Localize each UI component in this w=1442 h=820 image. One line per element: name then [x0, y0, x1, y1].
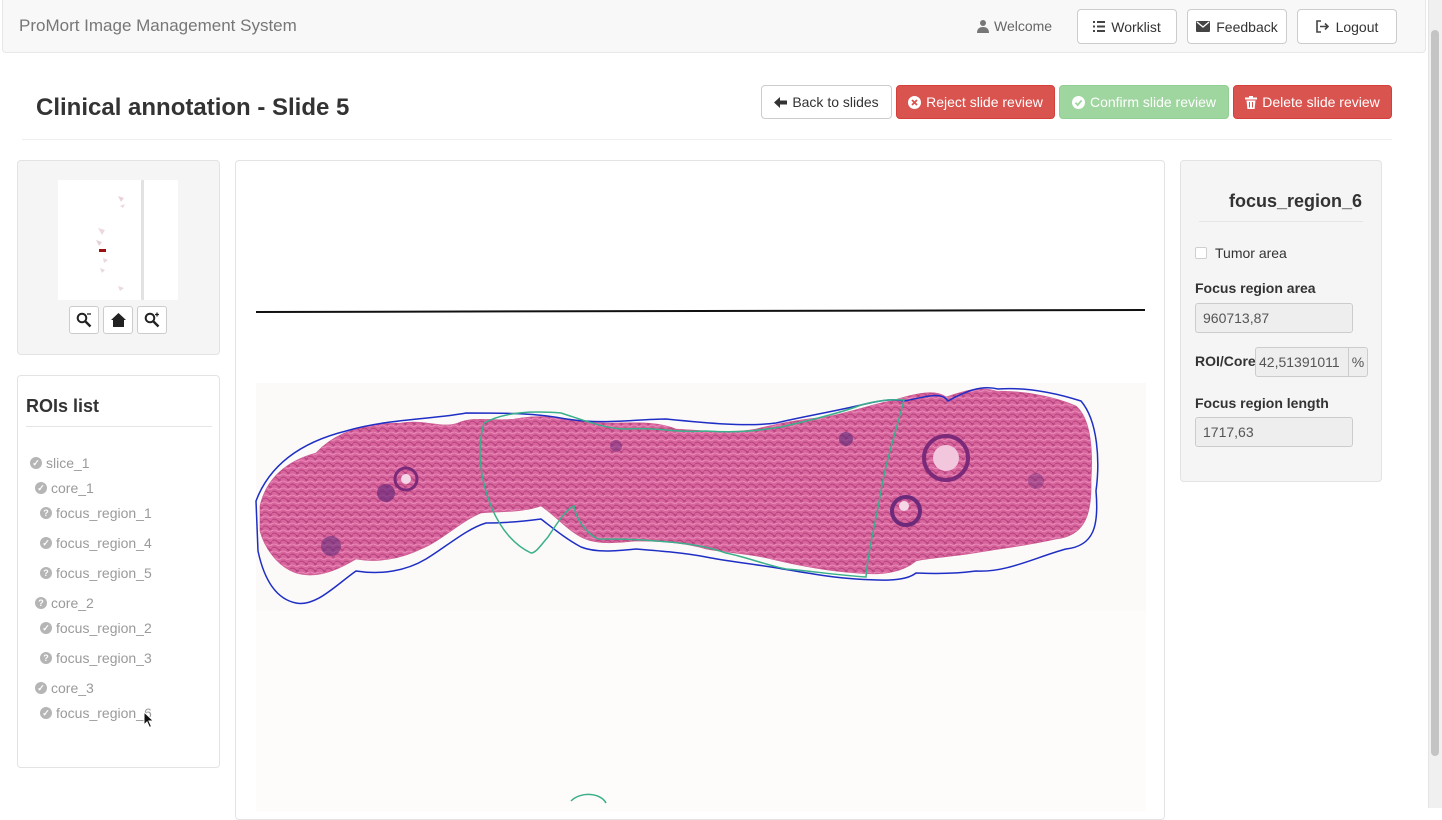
delete-slide-review-label: Delete slide review: [1262, 94, 1380, 110]
question-circle-icon: ?: [40, 507, 52, 519]
feedback-label: Feedback: [1216, 18, 1278, 35]
back-to-slides-label: Back to slides: [792, 94, 879, 110]
roi-item-label: focus_region_2: [56, 620, 152, 636]
back-to-slides-button[interactable]: Back to slides: [761, 85, 892, 119]
roi-item[interactable]: ✓ focus_region_4: [40, 535, 152, 551]
logout-button[interactable]: Logout: [1297, 9, 1397, 44]
welcome-label: Welcome: [994, 18, 1053, 34]
roi-item-label: focus_region_3: [56, 650, 152, 666]
check-circle-icon: [1071, 95, 1085, 109]
app-brand[interactable]: ProMort Image Management System: [19, 16, 297, 36]
roi-core-field[interactable]: 42,51391011: [1255, 347, 1349, 377]
trash-icon: [1245, 95, 1258, 109]
times-circle-icon: [908, 95, 922, 109]
list-icon: [1093, 21, 1106, 32]
focus-region-title: focus_region_6: [1228, 191, 1362, 211]
roi-item-label: focus_region_5: [56, 565, 152, 581]
check-circle-icon: ✓: [40, 537, 52, 549]
roi-item-label: core_3: [51, 680, 94, 696]
mouse-cursor-icon: [143, 711, 155, 729]
page-title: Clinical annotation - Slide 5: [36, 94, 350, 121]
rois-list-panel: ROIs list ✓ slice_1 ✓ core_1? focus_region_1…: [17, 375, 220, 768]
logout-label: Logout: [1335, 18, 1379, 35]
zoom-out-button[interactable]: [69, 306, 99, 334]
header-divider: [22, 139, 1392, 140]
roi-item[interactable]: ✓ core_1: [35, 480, 94, 496]
roi-core-label: ROI/Core: [1195, 353, 1256, 369]
rois-list-title: ROIs list: [26, 396, 100, 416]
zoom-in-icon: [144, 312, 160, 328]
scale-line: [255, 309, 1146, 313]
roi-item[interactable]: ? core_2: [35, 595, 94, 611]
home-icon: [110, 313, 126, 327]
focus-region-area-label: Focus region area: [1195, 280, 1316, 296]
slide-thumbnail[interactable]: [58, 180, 178, 300]
question-circle-icon: ?: [35, 597, 47, 609]
check-circle-icon: ✓: [30, 457, 42, 469]
question-circle-icon: ?: [40, 567, 52, 579]
worklist-label: Worklist: [1111, 18, 1161, 35]
zoom-in-button[interactable]: [137, 306, 167, 334]
zoom-out-icon: [76, 312, 92, 328]
roi-item[interactable]: ✓ slice_1: [30, 455, 90, 471]
tumor-area-label: Tumor area: [1215, 245, 1287, 261]
roi-item-label: slice_1: [46, 455, 90, 471]
reject-slide-review-label: Reject slide review: [926, 94, 1043, 110]
tumor-area-row: Tumor area: [1195, 245, 1287, 261]
check-circle-icon: ✓: [35, 482, 47, 494]
worklist-button[interactable]: Worklist: [1077, 9, 1177, 44]
check-circle-icon: ✓: [40, 707, 52, 719]
logout-icon: [1315, 20, 1329, 33]
feedback-button[interactable]: Feedback: [1187, 9, 1287, 44]
confirm-slide-review-label: Confirm slide review: [1089, 94, 1217, 110]
roi-item-label: core_1: [51, 480, 94, 496]
roi-item[interactable]: ✓ focus_region_2: [40, 620, 152, 636]
roi-item-label: core_2: [51, 595, 94, 611]
page-scrollbar-thumb[interactable]: [1431, 30, 1439, 756]
roi-item[interactable]: ? focus_region_5: [40, 565, 152, 581]
slide-image[interactable]: [236, 161, 1165, 820]
focus-region-length-field[interactable]: 1717,63: [1195, 417, 1353, 447]
reject-slide-review-button[interactable]: Reject slide review: [896, 85, 1055, 119]
detail-divider: [1199, 221, 1363, 222]
check-circle-icon: ✓: [35, 682, 47, 694]
roi-item[interactable]: ? focus_region_3: [40, 650, 152, 666]
focus-region-length-label: Focus region length: [1195, 395, 1329, 411]
roi-item-label: focus_region_6: [56, 705, 152, 721]
roi-item[interactable]: ✓ focus_region_6: [40, 705, 152, 721]
roi-item[interactable]: ? focus_region_1: [40, 505, 152, 521]
slide-viewer[interactable]: [235, 160, 1165, 820]
arrow-left-icon: [774, 96, 788, 108]
focus-region-area-field[interactable]: 960713,87: [1195, 303, 1353, 333]
roi-item-label: focus_region_4: [56, 535, 152, 551]
tumor-area-checkbox[interactable]: [1195, 247, 1207, 259]
delete-slide-review-button[interactable]: Delete slide review: [1233, 85, 1392, 119]
navbar: ProMort Image Management System Welcome …: [2, 0, 1426, 53]
roi-item-label: focus_region_1: [56, 505, 152, 521]
navigator-panel: [17, 160, 220, 355]
envelope-icon: [1196, 21, 1211, 32]
zoom-home-button[interactable]: [103, 306, 133, 334]
welcome-user[interactable]: Welcome: [976, 18, 1052, 34]
rois-list-divider: [26, 426, 212, 427]
roi-item[interactable]: ✓ core_3: [35, 680, 94, 696]
roi-core-unit: %: [1348, 347, 1368, 377]
check-circle-icon: ✓: [40, 622, 52, 634]
slide-thumbnail-image: [96, 180, 144, 300]
focus-region-detail-panel: focus_region_6 Tumor area Focus region a…: [1180, 160, 1382, 482]
user-icon: [977, 20, 989, 33]
confirm-slide-review-button[interactable]: Confirm slide review: [1059, 85, 1229, 119]
question-circle-icon: ?: [40, 652, 52, 664]
